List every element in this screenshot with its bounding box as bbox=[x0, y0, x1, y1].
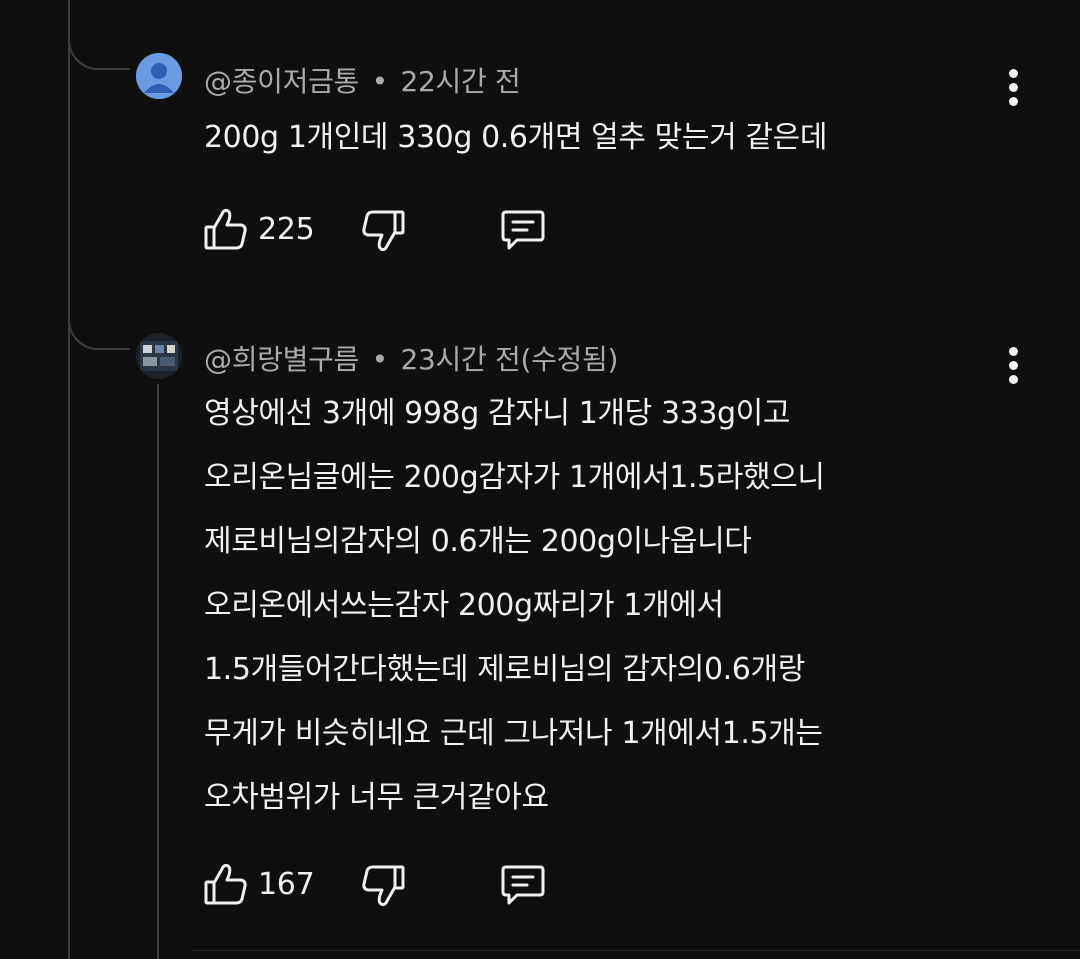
meta-separator: • bbox=[371, 65, 389, 98]
comment-meta: @희랑별구름 • 23시간 전(수정됨) bbox=[204, 338, 618, 378]
more-vertical-icon bbox=[1008, 68, 1018, 78]
comment-line: 무게가 비슷히네요 근데 그나저나 1개에서1.5개는 bbox=[204, 716, 823, 751]
timestamp[interactable]: 22시간 전 bbox=[400, 65, 520, 98]
comment-meta: @종이저금통 • 22시간 전 bbox=[204, 60, 521, 100]
comment-text: 200g 1개인데 330g 0.6개면 얼추 맞는거 같은데 bbox=[204, 106, 827, 170]
thread-connector-1 bbox=[68, 26, 130, 70]
reply-button[interactable] bbox=[499, 209, 547, 253]
meta-separator: • bbox=[371, 343, 389, 376]
thumbs-down-icon bbox=[361, 208, 405, 254]
comment-text: 영상에선 3개에 998g 감자니 1개당 333g이고 오리온님글에는 200… bbox=[204, 382, 825, 830]
author-name[interactable]: @종이저금통 bbox=[204, 65, 359, 98]
thread-line-main bbox=[68, 0, 70, 959]
more-vertical-icon bbox=[1008, 346, 1018, 356]
dislike-button[interactable] bbox=[361, 208, 405, 254]
timestamp[interactable]: 23시간 전(수정됨) bbox=[400, 343, 618, 376]
avatar[interactable] bbox=[136, 333, 182, 379]
dislike-button[interactable] bbox=[361, 863, 405, 909]
thread-connector-2 bbox=[68, 306, 130, 350]
comment-line: 오리온에서쓰는감자 200g짜리가 1개에서 bbox=[204, 588, 724, 623]
author-name[interactable]: @희랑별구름 bbox=[204, 343, 359, 376]
reply-divider bbox=[192, 950, 1080, 951]
comment-line: 제로비님의감자의 0.6개는 200g이나옵니다 bbox=[204, 524, 752, 559]
comment-line: 영상에선 3개에 998g 감자니 1개당 333g이고 bbox=[204, 396, 791, 431]
comment-line: 200g 1개인데 330g 0.6개면 얼추 맞는거 같은데 bbox=[204, 120, 828, 155]
reply-comment-icon bbox=[499, 209, 547, 253]
more-options-button[interactable] bbox=[995, 340, 1031, 390]
comment-line: 1.5개들어간다했는데 제로비님의 감자의0.6개랑 bbox=[204, 652, 805, 687]
default-person-icon bbox=[136, 53, 182, 99]
like-count: 167 bbox=[258, 866, 315, 902]
comment-line: 오리온님글에는 200g감자가 1개에서1.5라했으니 bbox=[204, 460, 825, 495]
thread-line-reply bbox=[157, 384, 159, 959]
like-button[interactable]: 225 bbox=[204, 206, 315, 252]
like-count: 225 bbox=[258, 211, 315, 247]
reply-button[interactable] bbox=[499, 864, 547, 908]
thumbs-down-icon bbox=[361, 863, 405, 909]
thumbs-up-icon bbox=[204, 206, 248, 252]
like-button[interactable]: 167 bbox=[204, 861, 315, 907]
comment-line: 오차범위가 너무 큰거같아요 bbox=[204, 780, 549, 815]
avatar[interactable] bbox=[136, 53, 182, 99]
reply-comment-icon bbox=[499, 864, 547, 908]
more-options-button[interactable] bbox=[995, 62, 1031, 112]
photo-avatar-image bbox=[136, 333, 182, 379]
thumbs-up-icon bbox=[204, 861, 248, 907]
